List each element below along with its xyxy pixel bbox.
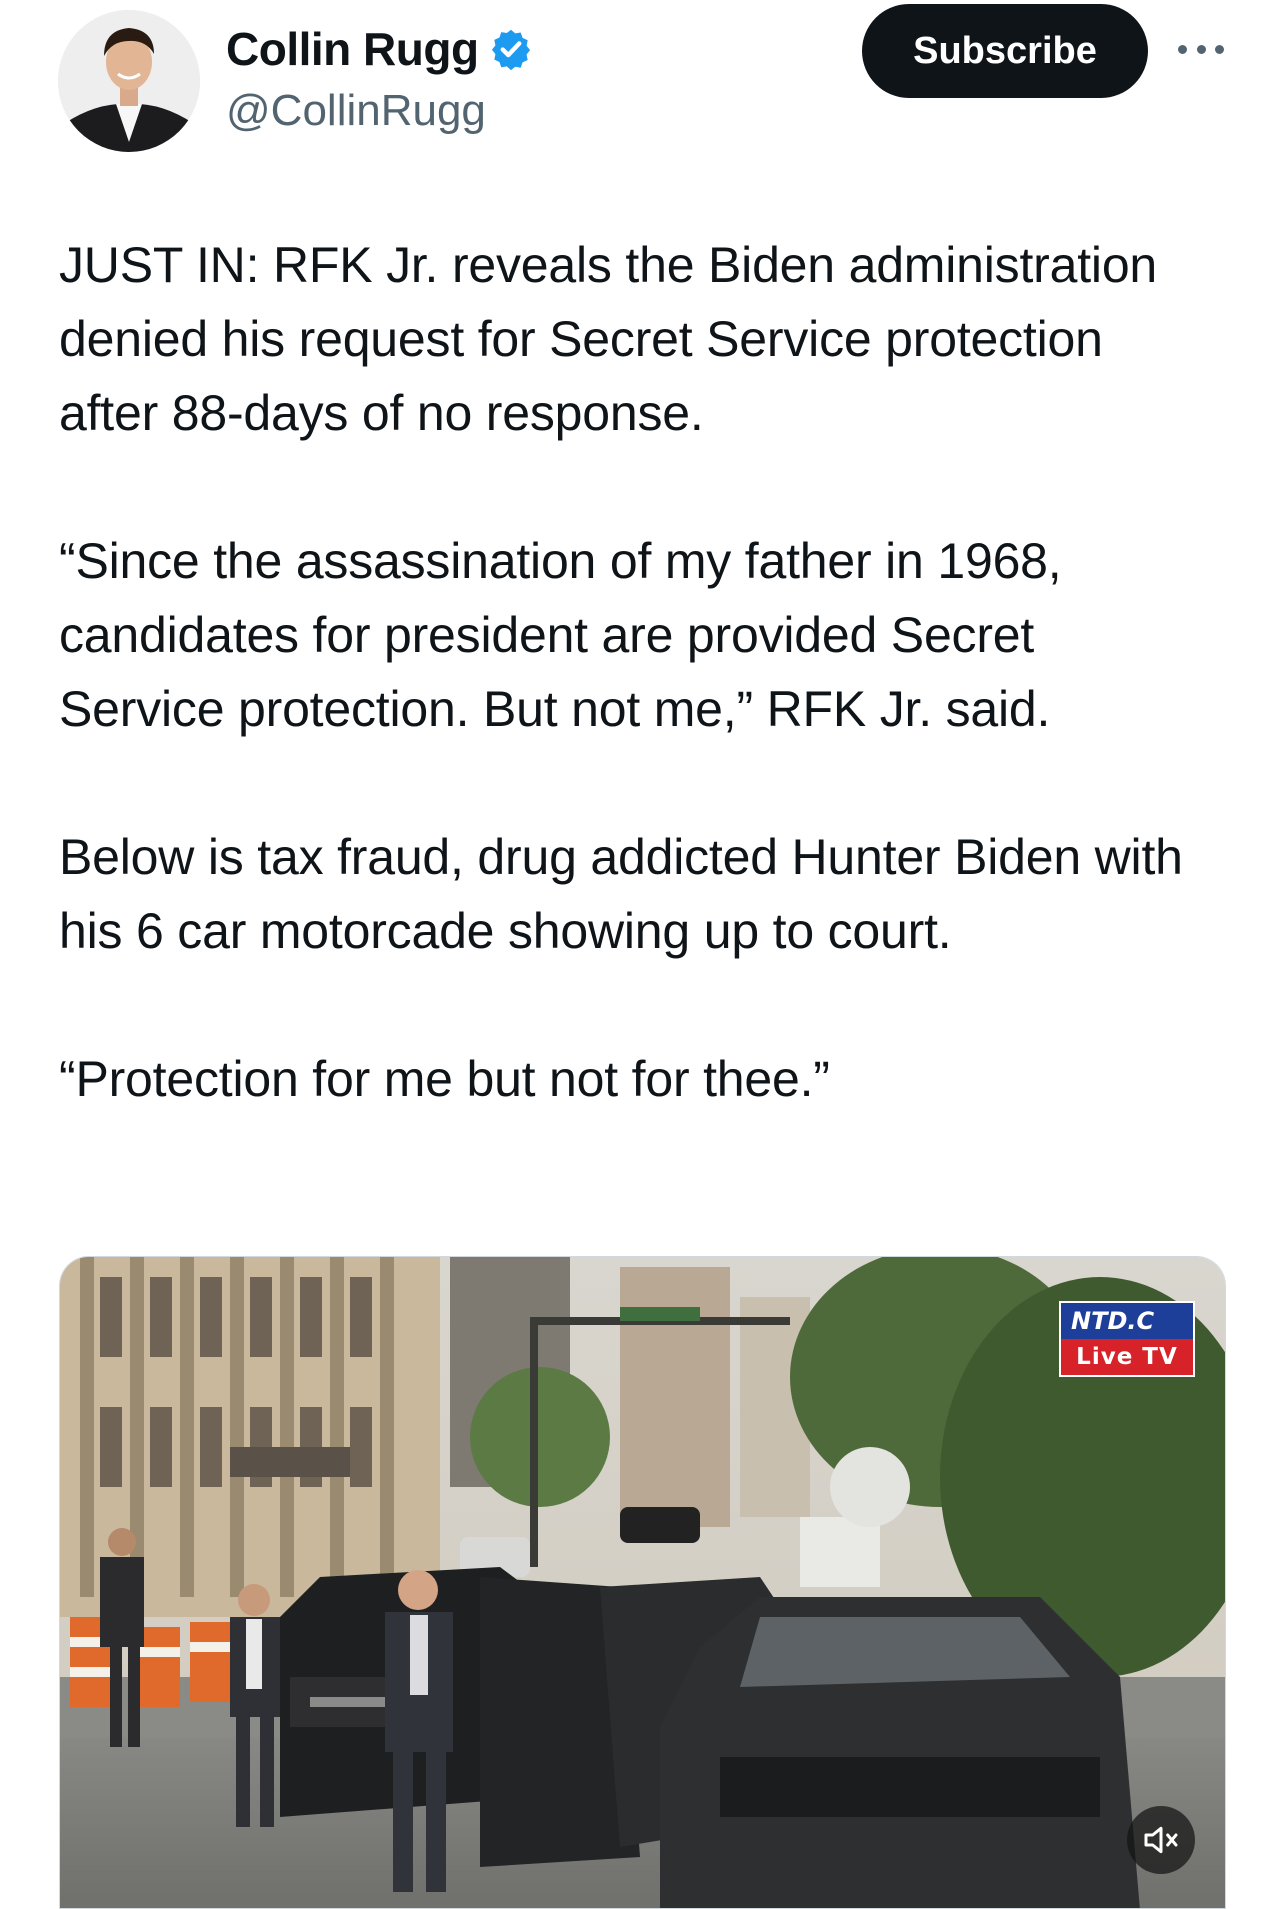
muted-speaker-icon[interactable] <box>1127 1806 1195 1874</box>
video-player[interactable]: NTD.C Live TV <box>59 1256 1226 1909</box>
live-tv-label: Live TV <box>1061 1339 1193 1375</box>
author-avatar[interactable] <box>58 10 200 152</box>
author-display-name[interactable]: Collin Rugg <box>226 22 479 76</box>
avatar-image <box>58 10 200 152</box>
tweet-text: JUST IN: RFK Jr. reveals the Biden admin… <box>59 228 1209 1116</box>
tweet-paragraph: Below is tax fraud, drug addicted Hunter… <box>59 829 1183 959</box>
tweet-paragraph: JUST IN: RFK Jr. reveals the Biden admin… <box>59 237 1158 441</box>
tweet-paragraph: “Since the assassination of my father in… <box>59 533 1062 737</box>
dot <box>1178 44 1187 54</box>
speaker-glyph <box>1144 1826 1178 1854</box>
more-options-icon[interactable] <box>1178 36 1224 62</box>
ntd-watermark: NTD.C Live TV <box>1059 1301 1195 1377</box>
tweet-paragraph: “Protection for me but not for thee.” <box>59 1051 830 1107</box>
verified-badge-icon <box>491 29 530 71</box>
subscribe-button[interactable]: Subscribe <box>862 4 1148 98</box>
dot <box>1215 44 1224 54</box>
dot <box>1196 44 1206 54</box>
video-frame <box>60 1257 1225 1908</box>
tweet-header: Collin Rugg @CollinRugg Subscribe <box>0 0 1283 170</box>
author-name-row[interactable]: Collin Rugg <box>226 22 533 76</box>
author-handle[interactable]: @CollinRugg <box>226 86 486 136</box>
ntd-logo-text: NTD.C <box>1061 1303 1193 1339</box>
